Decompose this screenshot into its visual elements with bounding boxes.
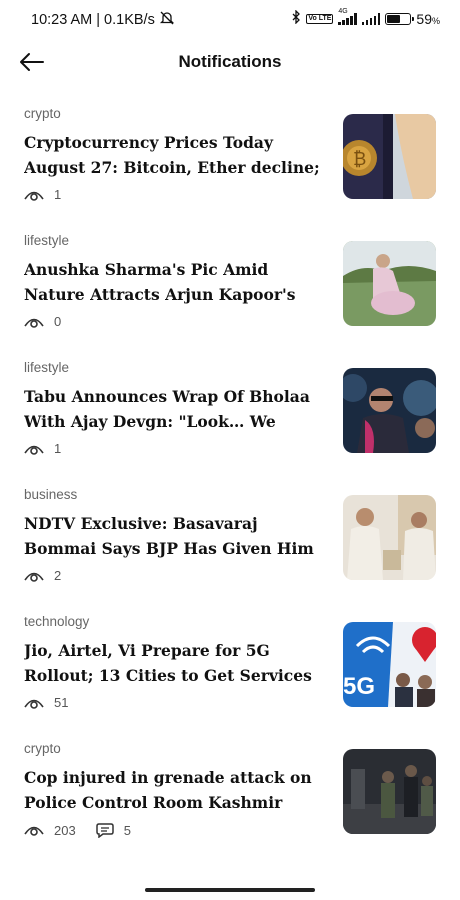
status-right: Vo LTE 4G 59% (292, 8, 440, 27)
page-title: Notifications (178, 52, 282, 71)
thumb-5g-text: 5G (343, 673, 375, 700)
notification-item[interactable]: crypto Cop injured in grenade attack on … (0, 735, 460, 862)
eye-icon (24, 572, 44, 582)
views-stat: 1 (24, 187, 61, 202)
views-count: 0 (54, 314, 62, 329)
headline[interactable]: Anushka Sharma's Pic Amid Nature Attract… (24, 257, 332, 307)
status-left: 10:23 AM | 0.1KB/s (31, 11, 175, 29)
network-speed: 0.1KB/s (104, 12, 155, 28)
category-label: crypto (24, 741, 61, 756)
thumbnail-kashmir[interactable] (343, 749, 436, 834)
thumbnail-5g[interactable]: 5G (343, 622, 436, 707)
home-indicator[interactable] (145, 888, 315, 892)
notification-list: crypto Cryptocurrency Prices Today Augus… (0, 100, 460, 862)
notification-item[interactable]: business NDTV Exclusive: Basavaraj Bomma… (0, 481, 460, 608)
network-type: 4G (338, 7, 348, 15)
notification-item[interactable]: technology Jio, Airtel, Vi Prepare for 5… (0, 608, 460, 735)
headline[interactable]: NDTV Exclusive: Basavaraj Bommai Says BJ… (24, 511, 332, 561)
stats: 51 (24, 695, 88, 710)
mute-icon (159, 11, 175, 29)
stats: 2 (24, 568, 81, 583)
views-count: 1 (54, 187, 62, 202)
status-time: 10:23 AM (31, 12, 93, 28)
eye-icon (24, 699, 44, 709)
notification-item[interactable]: lifestyle Anushka Sharma's Pic Amid Natu… (0, 227, 460, 354)
battery-percent: 59% (416, 10, 440, 27)
header: Notifications (0, 42, 460, 82)
status-bar: 10:23 AM | 0.1KB/s Vo LTE 4G 59% (0, 0, 460, 38)
category-label: business (24, 487, 78, 502)
headline[interactable]: Cryptocurrency Prices Today August 27: B… (24, 130, 332, 180)
views-stat: 1 (24, 441, 61, 456)
battery-icon (385, 12, 415, 25)
views-stat: 51 (24, 695, 68, 710)
category-label: lifestyle (24, 360, 70, 375)
views-count: 1 (54, 441, 62, 456)
thumbnail-tabu[interactable] (343, 368, 436, 453)
comments-stat: 5 (95, 822, 131, 838)
stats: 1 (24, 441, 81, 456)
comment-icon (95, 823, 114, 838)
thumbnail-bitcoin[interactable]: ₿ (343, 114, 436, 199)
signal-bars-2 (361, 12, 381, 25)
views-stat: 0 (24, 314, 61, 329)
eye-icon (24, 191, 44, 201)
thumbnail-bommai[interactable] (343, 495, 436, 580)
category-label: crypto (24, 106, 61, 121)
headline[interactable]: Jio, Airtel, Vi Prepare for 5G Rollout; … (24, 638, 332, 688)
eye-icon (24, 318, 44, 328)
stats: 0 (24, 314, 81, 329)
thumbnail-anushka[interactable] (343, 241, 436, 326)
stats: 203 5 (24, 822, 151, 838)
signal-4g: 4G (338, 8, 357, 25)
status-separator: | (96, 12, 101, 28)
views-stat: 2 (24, 568, 61, 583)
eye-icon (24, 826, 44, 836)
svg-text:₿: ₿ (353, 149, 366, 170)
views-count: 51 (54, 695, 69, 710)
headline[interactable]: Cop injured in grenade attack on Police … (24, 765, 332, 815)
bluetooth-icon (292, 9, 301, 27)
notification-item[interactable]: lifestyle Tabu Announces Wrap Of Bholaa … (0, 354, 460, 481)
volte-badge: Vo LTE (306, 13, 334, 24)
views-count: 2 (54, 568, 62, 583)
notification-item[interactable]: crypto Cryptocurrency Prices Today Augus… (0, 100, 460, 227)
views-count: 203 (54, 822, 76, 838)
views-stat: 203 (24, 823, 76, 838)
category-label: lifestyle (24, 233, 70, 248)
comments-count: 5 (123, 822, 131, 838)
headline[interactable]: Tabu Announces Wrap Of Bholaa With Ajay … (24, 384, 332, 434)
stats: 1 (24, 187, 81, 202)
category-label: technology (24, 614, 90, 629)
eye-icon (24, 445, 44, 455)
